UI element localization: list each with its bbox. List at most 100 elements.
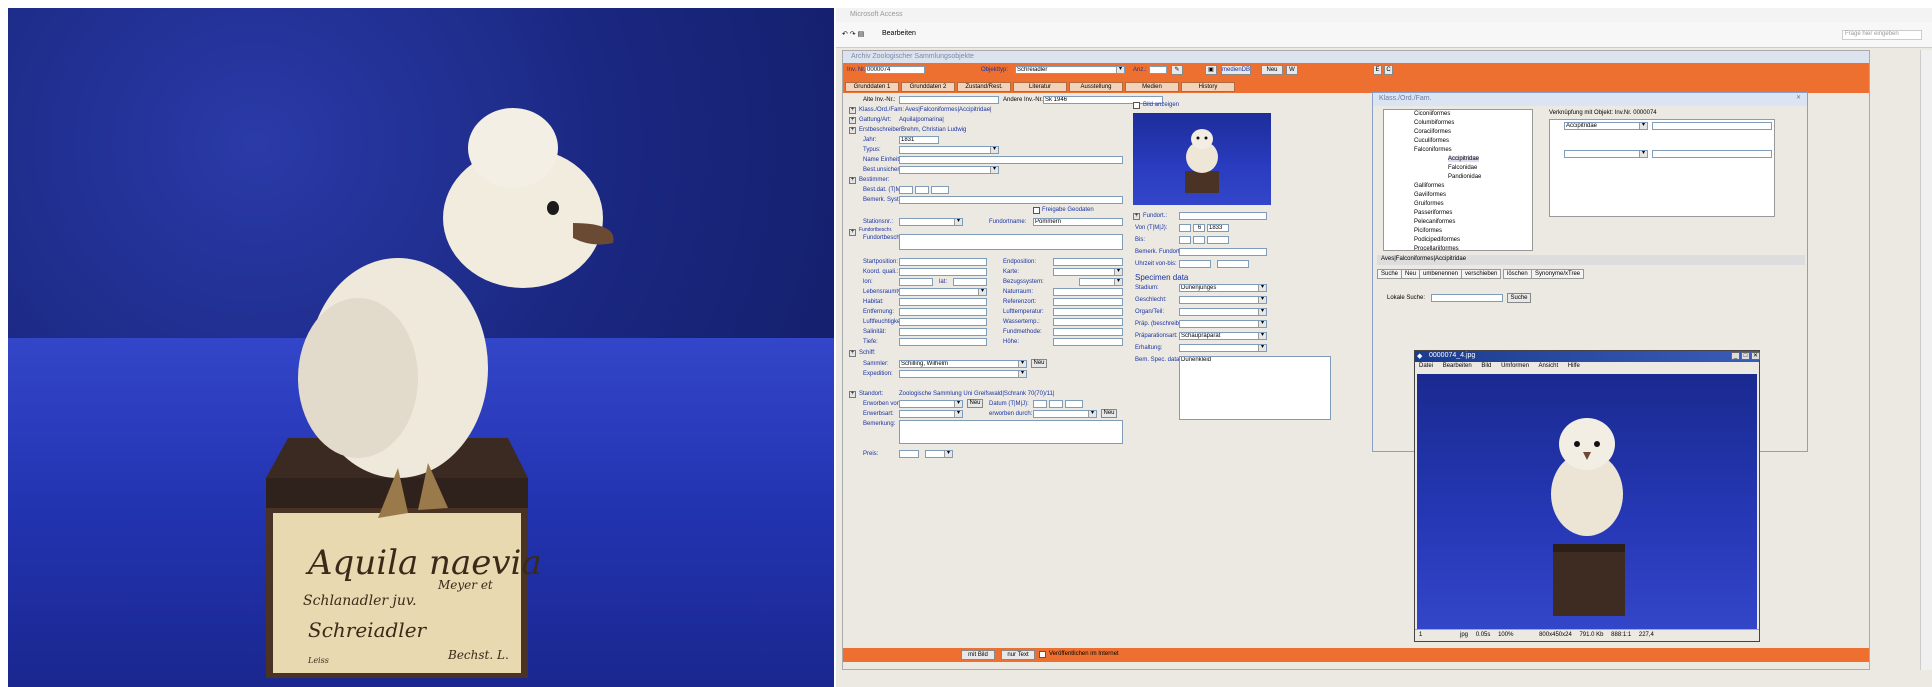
hoehe-field[interactable] (1053, 338, 1123, 346)
bild-anzeigen-checkbox[interactable] (1133, 102, 1140, 109)
organ-field[interactable] (1179, 308, 1267, 316)
tab-loeschen[interactable]: löschen (1503, 269, 1532, 279)
edit-icon[interactable]: ✎ (1171, 65, 1183, 75)
fundort-field[interactable] (1179, 212, 1267, 220)
entfernung-field[interactable] (899, 308, 987, 316)
tab-neu[interactable]: Neu (1401, 269, 1421, 279)
expand-gattung-button[interactable]: + (849, 117, 856, 124)
menu-datei[interactable]: Datei (1419, 363, 1433, 369)
menu-bild[interactable]: Bild (1481, 363, 1491, 369)
tab-medien[interactable]: Medien (1125, 82, 1179, 92)
expand-standort-button[interactable]: + (849, 391, 856, 398)
startposition-field[interactable] (899, 258, 987, 266)
tree-node-selected[interactable]: Accipitridae (1448, 156, 1480, 162)
tab-ausstellung[interactable]: Ausstellung (1069, 82, 1123, 92)
help-search-input[interactable]: Frage hier eingeben (1842, 30, 1922, 40)
tree-node[interactable]: Gruiformes (1414, 201, 1444, 207)
erworben-durch-field[interactable] (1033, 410, 1097, 418)
erworben-neu-button[interactable]: Neu (967, 399, 983, 408)
best-unsicher-field[interactable] (899, 166, 999, 174)
maximize-icon[interactable]: □ (1741, 352, 1750, 360)
lufttemp-field[interactable] (1053, 308, 1123, 316)
tree-node[interactable]: Galliformes (1414, 183, 1444, 189)
tree-node[interactable]: Pelecaniformes (1414, 219, 1455, 225)
uhrzeit-von[interactable] (1179, 260, 1211, 268)
bemerk-fundort-field[interactable] (1179, 248, 1267, 256)
medien-db-button[interactable]: medienDB (1221, 65, 1251, 75)
tree-node[interactable]: Falconiformes (1414, 147, 1452, 153)
tab-grunddaten1[interactable]: Grunddaten 1 (845, 82, 899, 92)
tree-node[interactable]: Piciformes (1414, 228, 1442, 234)
tab-synonyme[interactable]: Synonyme/xTree (1531, 269, 1585, 279)
lokale-suche-input[interactable] (1431, 294, 1503, 302)
close-icon[interactable]: ✕ (1751, 352, 1760, 360)
salinitaet-field[interactable] (899, 328, 987, 336)
e-button[interactable]: E (1373, 65, 1382, 75)
close-icon[interactable]: ✕ (1794, 95, 1803, 103)
vertical-scrollbar[interactable] (1920, 50, 1932, 670)
tree-node[interactable]: Cuculiformes (1414, 138, 1449, 144)
expand-bestimmer-button[interactable]: + (849, 177, 856, 184)
inv-field[interactable]: 0000074 (865, 66, 925, 74)
koord-field[interactable] (899, 268, 987, 276)
tree-node[interactable]: Pandionidae (1448, 174, 1481, 180)
tree-node[interactable]: Columbiformes (1414, 120, 1454, 126)
stadium-field[interactable]: Dunenjunges (1179, 284, 1267, 292)
praep-beschr-field[interactable] (1179, 320, 1267, 328)
bezugssystem-field[interactable] (1079, 278, 1123, 286)
tree-node[interactable]: Coraciiformes (1414, 129, 1451, 135)
undo-icon[interactable]: ↶ ↷ ▤ (842, 30, 864, 38)
stationsnr-field[interactable] (899, 218, 963, 226)
tab-zustand[interactable]: Zustand/Rest. (957, 82, 1011, 92)
durch-neu-button[interactable]: Neu (1101, 409, 1117, 418)
tree-node[interactable]: Falconidae (1448, 165, 1477, 171)
fundmethode-field[interactable] (1053, 328, 1123, 336)
naturraum-field[interactable] (1053, 288, 1123, 296)
link-extra-field[interactable] (1652, 122, 1772, 130)
name-einheit-field[interactable] (899, 156, 1123, 164)
tab-grunddaten2[interactable]: Grunddaten 2 (901, 82, 955, 92)
w-button[interactable]: W (1286, 65, 1298, 75)
erworben-von-field[interactable] (899, 400, 963, 408)
lebensraum-field[interactable] (899, 288, 987, 296)
datum-t[interactable] (1033, 400, 1047, 408)
link-new-extra-field[interactable] (1652, 150, 1772, 158)
thumbnail-image[interactable] (1133, 113, 1271, 205)
von-t[interactable] (1179, 224, 1191, 232)
jahr-field[interactable]: 1831 (899, 136, 939, 144)
menu-ansicht[interactable]: Ansicht (1538, 363, 1558, 369)
bis-t[interactable] (1179, 236, 1191, 244)
luftfeuchte-field[interactable] (899, 318, 987, 326)
menu-hilfe[interactable]: Hilfe (1568, 363, 1580, 369)
tab-history[interactable]: History (1181, 82, 1235, 92)
datum-j[interactable] (1065, 400, 1083, 408)
sammler-neu-button[interactable]: Neu (1031, 359, 1047, 368)
preis-currency[interactable] (925, 450, 953, 458)
mit-bild-button[interactable]: mit Bild (961, 650, 995, 660)
best-dat-m[interactable] (915, 186, 929, 194)
tab-literatur[interactable]: Literatur (1013, 82, 1067, 92)
alte-inv-field[interactable] (899, 96, 999, 104)
best-dat-t[interactable] (899, 186, 913, 194)
ribbon-bearbeiten[interactable]: Bearbeiten (882, 30, 916, 37)
tab-verschieben[interactable]: verschieben (1461, 269, 1502, 279)
freigabe-checkbox[interactable] (1033, 207, 1040, 214)
neu-button[interactable]: Neu (1261, 65, 1283, 75)
bemerkung-field[interactable] (899, 420, 1123, 444)
expand-klass-button[interactable]: + (849, 107, 856, 114)
tree-node[interactable]: Gaviiformes (1414, 192, 1446, 198)
media-icon[interactable]: ▣ (1205, 65, 1217, 75)
anz-field[interactable] (1149, 66, 1167, 74)
menu-bearbeiten[interactable]: Bearbeiten (1443, 363, 1472, 369)
expand-fundort-button[interactable]: + (849, 229, 856, 236)
link-value-field[interactable]: Accipitridae (1564, 122, 1648, 130)
karte-field[interactable] (1053, 268, 1123, 276)
objekttyp-field[interactable]: Schreiadler (1015, 66, 1125, 74)
endposition-field[interactable] (1053, 258, 1123, 266)
menu-umformen[interactable]: Umformen (1501, 363, 1529, 369)
best-dat-j[interactable] (931, 186, 949, 194)
veroeffentlichen-checkbox[interactable] (1039, 651, 1046, 658)
datum-m[interactable] (1049, 400, 1063, 408)
lon-field[interactable] (899, 278, 933, 286)
geschlecht-field[interactable] (1179, 296, 1267, 304)
